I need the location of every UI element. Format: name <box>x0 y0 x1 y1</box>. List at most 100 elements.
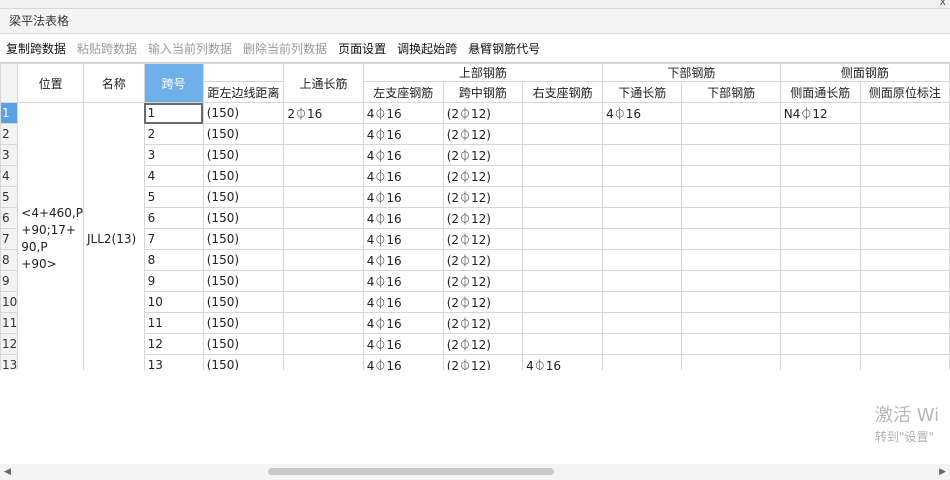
cell-side-through[interactable] <box>779 249 861 271</box>
cell-top-through[interactable] <box>283 228 364 250</box>
cell-mid-span[interactable]: (2⏀12) <box>442 123 524 145</box>
cell-right-support[interactable] <box>522 312 604 334</box>
cell-side-local[interactable] <box>859 186 950 208</box>
cell-side-local[interactable] <box>859 207 950 229</box>
cell-side-through[interactable] <box>779 207 861 229</box>
toolbar-button-4[interactable]: 页面设置 <box>338 40 386 57</box>
row-number[interactable]: 10 <box>0 291 19 313</box>
cell-mid-span[interactable]: (2⏀12) <box>442 228 524 250</box>
row-number[interactable]: 4 <box>0 165 19 187</box>
cell-bottom-bar[interactable] <box>681 291 781 313</box>
cell-edge-distance[interactable]: (150) <box>202 291 285 313</box>
cell-span[interactable]: 2 <box>143 123 204 145</box>
cell-bottom-bar[interactable] <box>681 207 781 229</box>
col-header-mid-span[interactable]: 跨中钢筋 <box>442 81 524 103</box>
cell-bottom-bar[interactable] <box>681 144 781 166</box>
cell-side-through[interactable] <box>779 228 861 250</box>
cell-side-through[interactable] <box>779 144 861 166</box>
cell-top-through[interactable] <box>283 312 364 334</box>
cell-left-support[interactable]: 4⏀16 <box>362 312 444 334</box>
cell-span[interactable]: 12 <box>143 333 204 355</box>
cell-mid-span[interactable]: (2⏀12) <box>442 312 524 334</box>
col-header-left-support[interactable]: 左支座钢筋 <box>362 81 444 103</box>
cell-right-support[interactable]: 4⏀16 <box>522 354 604 370</box>
cell-edge-distance[interactable]: (150) <box>202 186 285 208</box>
cell-side-local[interactable] <box>859 102 950 124</box>
col-header-side-through[interactable]: 侧面通长筋 <box>779 81 861 103</box>
cell-bottom-through[interactable] <box>602 270 683 292</box>
cell-bottom-bar[interactable] <box>681 123 781 145</box>
cell-top-through[interactable] <box>283 186 364 208</box>
cell-span[interactable]: 9 <box>143 270 204 292</box>
cell-left-support[interactable]: 4⏀16 <box>362 123 444 145</box>
cell-side-local[interactable] <box>859 144 950 166</box>
cell-side-through[interactable] <box>779 270 861 292</box>
cell-mid-span[interactable]: (2⏀12) <box>442 186 524 208</box>
cell-side-local[interactable] <box>859 123 950 145</box>
cell-edge-distance[interactable]: (150) <box>202 270 285 292</box>
cell-mid-span[interactable]: (2⏀12) <box>442 165 524 187</box>
row-number[interactable]: 13 <box>0 354 19 370</box>
cell-bottom-through[interactable] <box>602 123 683 145</box>
cell-right-support[interactable] <box>522 186 604 208</box>
toolbar-button-0[interactable]: 复制跨数据 <box>6 40 66 57</box>
toolbar-button-2[interactable]: 输入当前列数据 <box>148 40 232 57</box>
cell-mid-span[interactable]: (2⏀12) <box>442 354 524 370</box>
cell-top-through[interactable]: 2⏀16 <box>283 102 364 124</box>
cell-edge-distance[interactable]: (150) <box>202 228 285 250</box>
cell-right-support[interactable] <box>522 207 604 229</box>
cell-bottom-bar[interactable] <box>681 354 781 370</box>
cell-right-support[interactable] <box>522 333 604 355</box>
toolbar-button-3[interactable]: 删除当前列数据 <box>243 40 327 57</box>
cell-bottom-through[interactable] <box>602 333 683 355</box>
row-number[interactable]: 6 <box>0 207 19 229</box>
row-number[interactable]: 3 <box>0 144 19 166</box>
cell-bottom-through[interactable] <box>602 228 683 250</box>
cell-mid-span[interactable]: (2⏀12) <box>442 249 524 271</box>
cell-bottom-bar[interactable] <box>681 312 781 334</box>
cell-right-support[interactable] <box>522 270 604 292</box>
cell-position[interactable]: <4+460,P +90;17+ 90,P +90> <box>17 102 84 370</box>
cell-left-support[interactable]: 4⏀16 <box>362 249 444 271</box>
close-icon[interactable]: x <box>939 0 946 8</box>
cell-side-through[interactable] <box>779 186 861 208</box>
cell-top-through[interactable] <box>283 291 364 313</box>
cell-top-through[interactable] <box>283 249 364 271</box>
horizontal-scrollbar[interactable]: ◀ ▶ <box>0 464 950 480</box>
cell-side-through[interactable] <box>779 312 861 334</box>
cell-bottom-bar[interactable] <box>681 249 781 271</box>
cell-edge-distance[interactable]: (150) <box>202 123 285 145</box>
cell-side-local[interactable] <box>859 291 950 313</box>
row-number[interactable]: 9 <box>0 270 19 292</box>
cell-bottom-through[interactable] <box>602 207 683 229</box>
cell-right-support[interactable] <box>522 123 604 145</box>
cell-left-support[interactable]: 4⏀16 <box>362 144 444 166</box>
cell-side-through[interactable] <box>779 291 861 313</box>
cell-left-support[interactable]: 4⏀16 <box>362 333 444 355</box>
cell-mid-span[interactable]: (2⏀12) <box>442 144 524 166</box>
cell-right-support[interactable] <box>522 102 604 124</box>
cell-span[interactable]: 1 <box>143 102 204 124</box>
col-header-bottom-bar[interactable]: 下部钢筋 <box>681 81 781 103</box>
row-number[interactable]: 12 <box>0 333 19 355</box>
cell-side-through[interactable] <box>779 333 861 355</box>
cell-left-support[interactable]: 4⏀16 <box>362 165 444 187</box>
cell-right-support[interactable] <box>522 165 604 187</box>
cell-bottom-through[interactable] <box>602 165 683 187</box>
toolbar-button-5[interactable]: 调换起始跨 <box>397 40 457 57</box>
cell-side-local[interactable] <box>859 249 950 271</box>
cell-bottom-through[interactable] <box>602 186 683 208</box>
cell-top-through[interactable] <box>283 123 364 145</box>
row-number[interactable]: 1 <box>0 102 19 124</box>
col-header-edge-distance[interactable]: 距左边线距离 <box>202 81 285 103</box>
cell-side-local[interactable] <box>859 354 950 370</box>
cell-bottom-through[interactable] <box>602 312 683 334</box>
toolbar-button-1[interactable]: 粘贴跨数据 <box>77 40 137 57</box>
toolbar-button-6[interactable]: 悬臂钢筋代号 <box>468 40 540 57</box>
cell-span[interactable]: 5 <box>143 186 204 208</box>
cell-right-support[interactable] <box>522 291 604 313</box>
cell-left-support[interactable]: 4⏀16 <box>362 186 444 208</box>
row-number[interactable]: 11 <box>0 312 19 334</box>
row-number[interactable]: 5 <box>0 186 19 208</box>
cell-span[interactable]: 3 <box>143 144 204 166</box>
